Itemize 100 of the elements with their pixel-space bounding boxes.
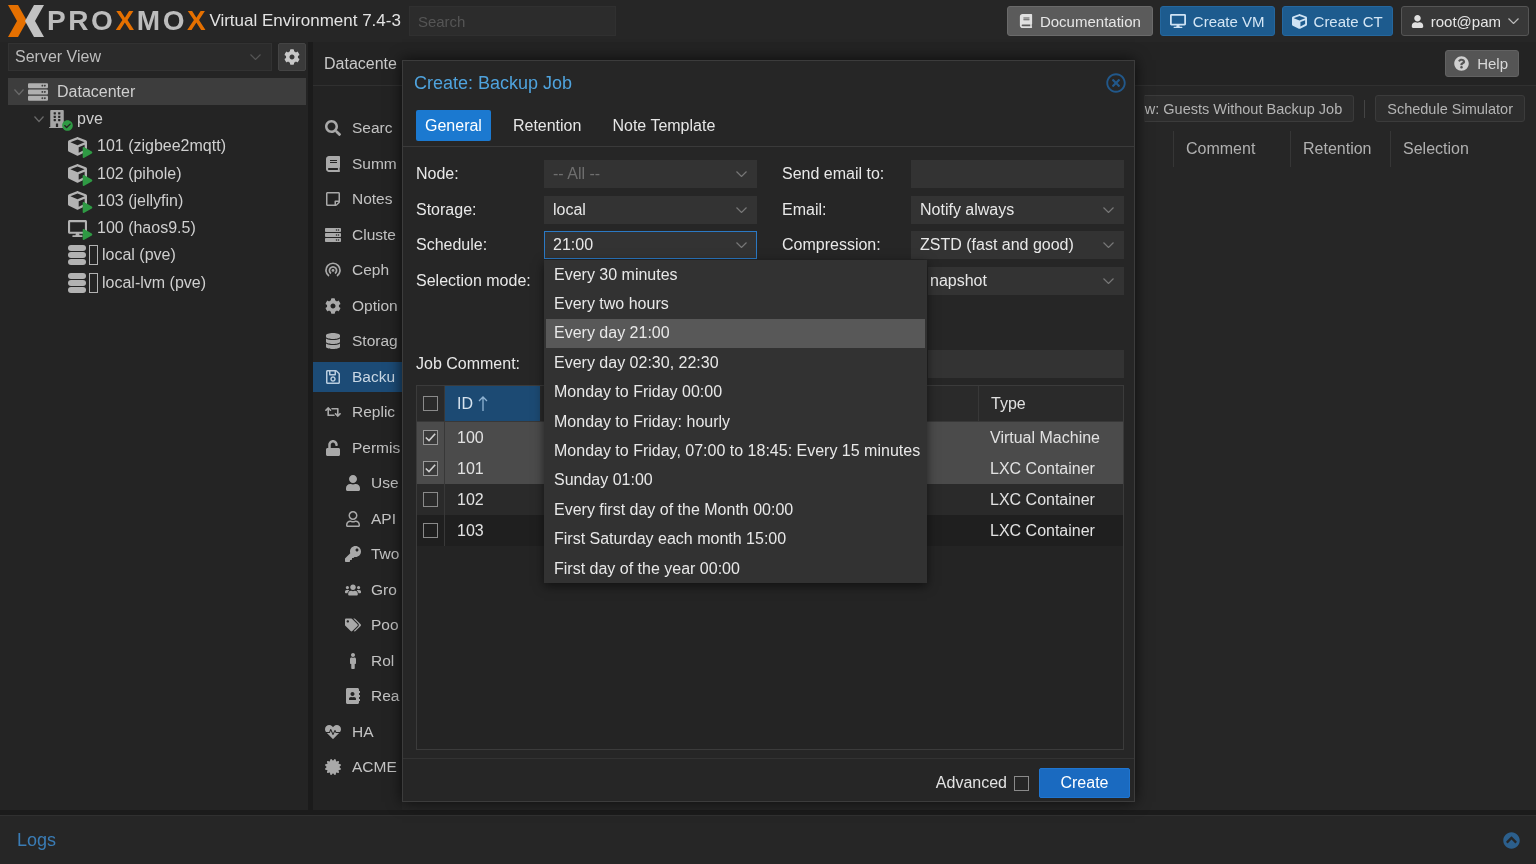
nav-item[interactable]: Rol [313,645,402,676]
tree-item[interactable]: 100 (haos9.5) [8,214,306,242]
caret-icon [736,242,747,248]
tab[interactable]: Note Template [603,110,725,141]
view-select[interactable]: Server View [8,43,272,71]
caret-icon [1103,206,1114,213]
field-label: Storage: [416,199,478,220]
combo-field[interactable]: local [544,195,757,224]
combo-field[interactable]: napshot [928,266,1124,295]
schedule-option[interactable]: Sunday 01:00 [546,465,925,496]
create-button[interactable]: Create [1039,768,1130,798]
row-checkbox[interactable] [423,492,438,507]
monitor-icon [1169,13,1186,29]
cube-icon [68,191,87,211]
nav-item[interactable]: Rea [313,681,402,711]
building-icon [48,109,66,128]
chevron-icon[interactable] [34,113,44,124]
schedule-option[interactable]: First Saturday each month 15:00 [546,524,925,554]
schedule-option[interactable]: Every day 02:30, 22:30 [546,348,925,378]
row-checkbox[interactable] [423,523,438,538]
book-icon [1018,14,1033,28]
cube-icon [1291,13,1307,29]
nav-item[interactable]: Summ [313,148,402,179]
tab[interactable]: General [416,110,491,141]
seal-icon [325,759,341,775]
nav-item[interactable]: Backu [313,361,402,392]
select-all-checkbox[interactable] [423,396,438,411]
note-icon [325,191,341,207]
nav-item[interactable]: Permis [313,432,402,463]
logs-title: Logs [17,829,57,851]
schedule-option[interactable]: Every day 21:00 [546,318,925,349]
user-icon [1410,14,1424,28]
schedule-option[interactable]: Every 30 minutes [546,260,925,290]
toolbar-button[interactable]: Schedule Simulator [1375,95,1525,122]
advanced-checkbox[interactable] [1014,775,1029,791]
schedule-option[interactable]: Monday to Friday 00:00 [546,377,925,407]
tree-item[interactable]: 101 (zigbee2mqtt) [8,132,306,160]
address-book-icon [345,688,361,704]
gear-icon [325,297,341,314]
logo-text: PROXMOX [47,7,209,35]
storage-icon [68,272,98,293]
column-header[interactable]: Type [978,386,1123,421]
tree-item[interactable]: Datacenter [8,78,306,106]
nav-item[interactable]: Gro [313,574,402,605]
nav-item[interactable]: HA [313,716,402,747]
field-label: Compression: [782,235,882,255]
column-header[interactable]: ID [445,386,540,421]
user-menu-button[interactable]: root@pam [1400,6,1529,36]
nav-item[interactable]: ACME [313,752,402,782]
caret-icon [1103,277,1114,284]
row-checkbox[interactable] [423,430,438,445]
server-icon [28,81,48,102]
nav-item[interactable]: API [313,503,402,534]
field-label: Send email to: [782,164,886,184]
sort-arrow-icon [478,395,488,412]
combo-field[interactable]: Notify always [911,195,1124,224]
monitor-icon [68,218,87,238]
toolbar-button[interactable]: Documentation [1006,6,1153,36]
combo-field[interactable]: 21:00 [544,231,757,259]
tags-icon [345,617,361,633]
help-button[interactable]: Help [1445,50,1519,77]
nav-item[interactable]: Replic [313,397,402,427]
nav-item[interactable]: Cluste [313,219,402,250]
tab[interactable]: Retention [503,110,591,141]
nav-item[interactable]: Notes [313,184,402,214]
schedule-option[interactable]: Monday to Friday: hourly [546,406,925,437]
toolbar-button[interactable]: Create CT [1281,6,1393,36]
nav-item[interactable]: Ceph [313,255,402,285]
user-icon [345,475,361,491]
tree-item[interactable]: local-lvm (pve) [8,269,306,297]
nav-item[interactable]: Searc [313,113,402,143]
schedule-option[interactable]: Monday to Friday, 07:00 to 18:45: Every 15 minutes [546,436,925,466]
settings-button[interactable] [278,43,306,71]
product-version: Virtual Environment 7.4-3 [209,11,401,31]
schedule-option[interactable]: First day of the year 00:00 [546,553,925,584]
tree-item[interactable]: pve [8,105,306,133]
column-header[interactable]: Retention [1290,131,1390,167]
combo-field[interactable]: ZSTD (fast and good) [911,231,1124,259]
toolbar-button[interactable]: Create VM [1159,6,1275,36]
column-header[interactable]: Selection [1390,131,1525,167]
field-label: Schedule: [416,235,489,255]
nav-item[interactable]: Option [313,290,402,321]
nav-item[interactable]: Poo [313,610,402,640]
row-checkbox[interactable] [423,461,438,476]
schedule-option[interactable]: Every first day of the Month 00:00 [546,495,925,525]
column-header[interactable]: Comment [1173,131,1290,167]
schedule-option[interactable]: Every two hours [546,289,925,319]
tree-item[interactable]: 102 (pihole) [8,159,306,188]
field-label: Email: [782,199,828,220]
tree-item[interactable]: local (pve) [8,241,306,270]
rings-icon [325,262,341,278]
storage-icon [68,245,98,266]
breadcrumb: Datacente [324,54,397,73]
nav-item[interactable]: Use [313,468,402,498]
tree-item[interactable]: 103 (jellyfin) [8,187,306,215]
toolbar-button[interactable]: w: Guests Without Backup Job [1143,95,1355,122]
gear-icon [284,49,300,65]
nav-item[interactable]: Two [313,539,402,569]
nav-item[interactable]: Storag [313,326,402,356]
heartbeat-icon [325,723,341,740]
